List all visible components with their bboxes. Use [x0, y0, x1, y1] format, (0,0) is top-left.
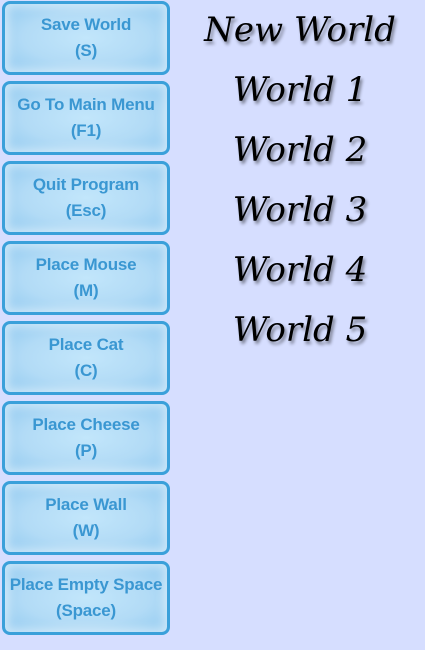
button-shortcut: (M) — [73, 281, 99, 300]
button-shortcut: (F1) — [70, 121, 102, 140]
quit-program-button[interactable]: Quit Program (Esc) — [2, 161, 170, 235]
button-shortcut: (Esc) — [65, 201, 107, 220]
button-shortcut: (P) — [74, 441, 98, 460]
place-cheese-button[interactable]: Place Cheese (P) — [2, 401, 170, 475]
place-mouse-button[interactable]: Place Mouse (M) — [2, 241, 170, 315]
button-label: Place Cheese — [32, 415, 140, 434]
place-cat-button[interactable]: Place Cat (C) — [2, 321, 170, 395]
button-label: Place Cat — [48, 335, 124, 354]
button-label: Place Empty Space — [9, 575, 163, 594]
button-label: Quit Program — [32, 175, 140, 194]
place-wall-button[interactable]: Place Wall (W) — [2, 481, 170, 555]
world-item-3[interactable]: World 3 — [185, 190, 415, 230]
place-empty-space-button[interactable]: Place Empty Space (Space) — [2, 561, 170, 635]
world-item-4[interactable]: World 4 — [185, 250, 415, 290]
button-shortcut: (Space) — [55, 601, 116, 620]
save-world-button[interactable]: Save World (S) — [2, 1, 170, 75]
world-item-new[interactable]: New World — [185, 10, 415, 50]
button-label: Place Mouse — [35, 255, 137, 274]
button-shortcut: (C) — [74, 361, 98, 380]
button-label: Place Wall — [45, 495, 127, 514]
world-item-1[interactable]: World 1 — [185, 70, 415, 110]
button-shortcut: (W) — [72, 521, 100, 540]
button-label: Save World — [40, 15, 132, 34]
main-menu-button[interactable]: Go To Main Menu (F1) — [2, 81, 170, 155]
tool-sidebar: Save World (S) Go To Main Menu (F1) Quit… — [0, 0, 178, 650]
button-label: Go To Main Menu — [17, 95, 155, 114]
world-item-5[interactable]: World 5 — [185, 310, 415, 350]
world-item-2[interactable]: World 2 — [185, 130, 415, 170]
button-shortcut: (S) — [74, 41, 98, 60]
